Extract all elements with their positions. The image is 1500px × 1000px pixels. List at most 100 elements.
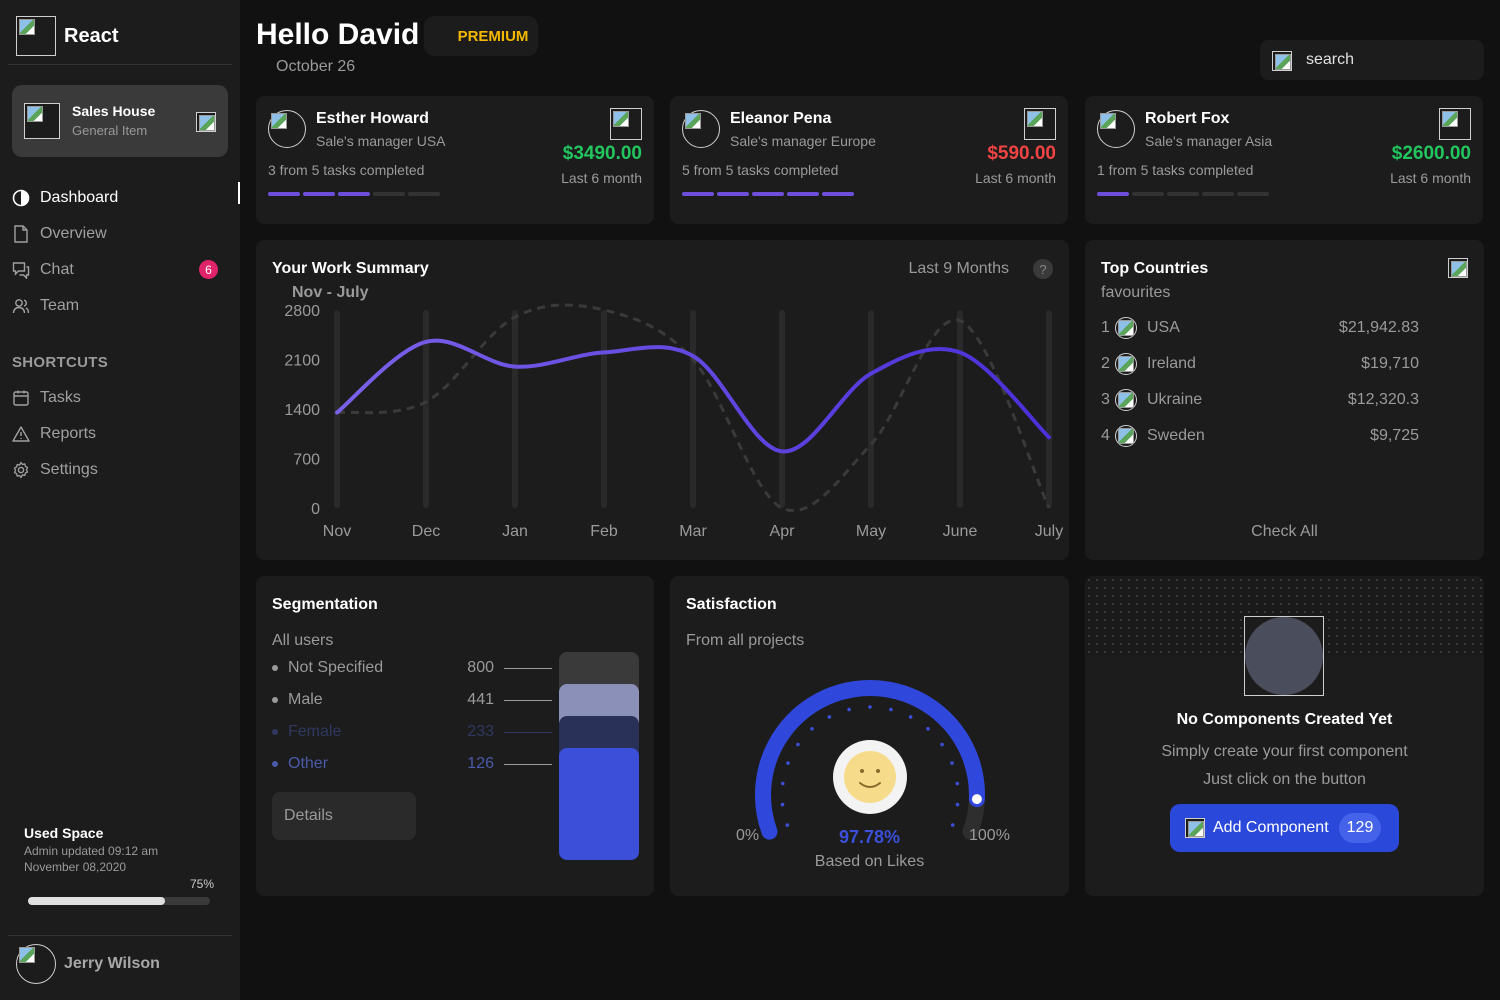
user-profile[interactable]: Jerry Wilson [16, 944, 160, 984]
manager-card[interactable]: Esther Howard Sale's manager USA 3 from … [256, 96, 654, 224]
country-rank: 3 [1101, 391, 1110, 408]
country-name: Ukraine [1147, 391, 1203, 408]
logo-icon [16, 16, 56, 56]
tasks-completed: 5 from 5 tasks completed [682, 162, 839, 178]
team-icon [12, 297, 30, 315]
check-all-link[interactable]: Check All [1085, 523, 1484, 541]
segment-row: Other 126 [272, 752, 552, 776]
used-space-percent: 75% [189, 877, 214, 891]
search-input[interactable] [1306, 40, 1476, 80]
sidebar-item-chat[interactable]: Chat 6 [12, 252, 240, 288]
sidebar-item-label: Team [40, 297, 80, 314]
manager-name: Esther Howard [316, 110, 429, 127]
page-title: Hello David [256, 18, 420, 51]
segment-dot [272, 761, 278, 767]
manager-card[interactable]: Eleanor Pena Sale's manager Europe 5 fro… [670, 96, 1068, 224]
tasks-progress [268, 192, 440, 196]
country-rank: 2 [1101, 355, 1110, 372]
x-tick-label: Apr [770, 523, 796, 540]
chart-column-bar [1046, 310, 1052, 508]
chart-column-bar [512, 310, 518, 508]
progress-segment [822, 192, 854, 196]
details-button[interactable]: Details [272, 792, 416, 840]
segment-connector [504, 667, 552, 669]
manager-role: Sale's manager Asia [1145, 133, 1273, 149]
sidebar-item-label: Overview [40, 225, 107, 242]
country-row[interactable]: 2 Ireland $19,710 [1101, 352, 1419, 376]
top-countries-card: Top Countries favourites 1 USA $21,942.8… [1085, 240, 1484, 560]
chart-image-icon [610, 108, 642, 140]
avatar [268, 110, 306, 148]
help-icon[interactable]: ? [1033, 259, 1053, 279]
segmentation-stack [559, 652, 639, 860]
options-icon[interactable] [1448, 258, 1468, 278]
placeholder-circle [1245, 617, 1323, 695]
segment-bar [559, 748, 639, 860]
sidebar-item-reports[interactable]: Reports [12, 416, 240, 452]
sidebar-item-dashboard[interactable]: Dashboard [12, 180, 240, 216]
current-date: October 26 [276, 58, 356, 75]
sidebar-item-overview[interactable]: Overview [12, 216, 240, 252]
used-space-bar [28, 897, 210, 905]
divider [8, 935, 232, 936]
add-icon [1185, 818, 1205, 838]
divider [8, 64, 232, 65]
gauge-dot [889, 707, 893, 712]
progress-segment [303, 192, 335, 196]
gauge-dot [868, 705, 872, 709]
gauge-knob [969, 792, 984, 807]
progress-segment [752, 192, 784, 196]
segment-value: 441 [467, 691, 494, 708]
country-row[interactable]: 3 Ukraine $12,320.3 [1101, 388, 1419, 412]
manager-card[interactable]: Robert Fox Sale's manager Asia 1 from 5 … [1085, 96, 1483, 224]
country-row[interactable]: 1 USA $21,942.83 [1101, 316, 1419, 340]
range-selector[interactable]: Last 9 Months [909, 260, 1010, 278]
progress-segment [682, 192, 714, 196]
app-name: React [64, 24, 119, 47]
search-icon [1272, 51, 1292, 71]
segment-value: 233 [467, 723, 494, 740]
chart-image-icon [1024, 108, 1056, 140]
empty-state-illustration [1244, 616, 1324, 696]
workspace-switcher[interactable]: Sales House General Item [12, 85, 228, 157]
logo[interactable]: React [16, 16, 118, 56]
smiley-face [844, 751, 896, 803]
used-space-updated: Admin updated 09:12 am [24, 844, 159, 858]
segment-dot [272, 697, 278, 703]
workspace-title: Sales House [72, 103, 156, 119]
sales-amount: $3490.00 [562, 143, 642, 164]
x-tick-label: May [856, 523, 886, 540]
tasks-completed: 1 from 5 tasks completed [1097, 162, 1254, 178]
add-component-button[interactable]: Add Component 129 [1170, 804, 1399, 852]
component-count-badge: 129 [1338, 813, 1382, 843]
sales-period: Last 6 month [975, 170, 1056, 186]
country-row[interactable]: 4 Sweden $9,725 [1101, 424, 1419, 448]
sidebar-item-settings[interactable]: Settings [12, 452, 240, 488]
gauge-dot [796, 742, 800, 747]
sidebar-item-team[interactable]: Team [12, 288, 240, 324]
segment-value: 126 [467, 755, 494, 772]
avatar [16, 944, 56, 984]
segment-row: Not Specified 800 [272, 656, 552, 680]
segment-label: Not Specified [288, 659, 384, 676]
progress-segment [1132, 192, 1164, 196]
gauge-dot [780, 781, 785, 786]
satisfaction-gauge [755, 680, 985, 840]
manager-role: Sale's manager USA [316, 133, 446, 149]
search-box[interactable] [1260, 40, 1484, 80]
chart-column-bar [957, 310, 963, 508]
avatar [682, 110, 720, 148]
sidebar: React Sales House General Item Dashboard… [0, 0, 240, 1000]
work-summary-card: Nov Dec Jan Feb Mar Apr May June July 0 700 1400 210… [256, 240, 1069, 560]
work-summary-chart: Nov Dec Jan Feb Mar Apr May June July 0 700 1400 210… [284, 303, 1063, 540]
country-rank: 4 [1101, 427, 1110, 444]
smiley-eye [876, 769, 880, 773]
chart-column-bar [601, 310, 607, 508]
tasks-completed: 3 from 5 tasks completed [268, 162, 425, 178]
sidebar-item-tasks[interactable]: Tasks [12, 380, 240, 416]
work-summary-period: Nov - July [292, 284, 369, 301]
workspace-switch-icon[interactable] [196, 112, 216, 132]
chart-image-icon [1439, 108, 1471, 140]
x-tick-label: Feb [590, 523, 618, 540]
satisfaction-title: Satisfaction [686, 596, 777, 613]
